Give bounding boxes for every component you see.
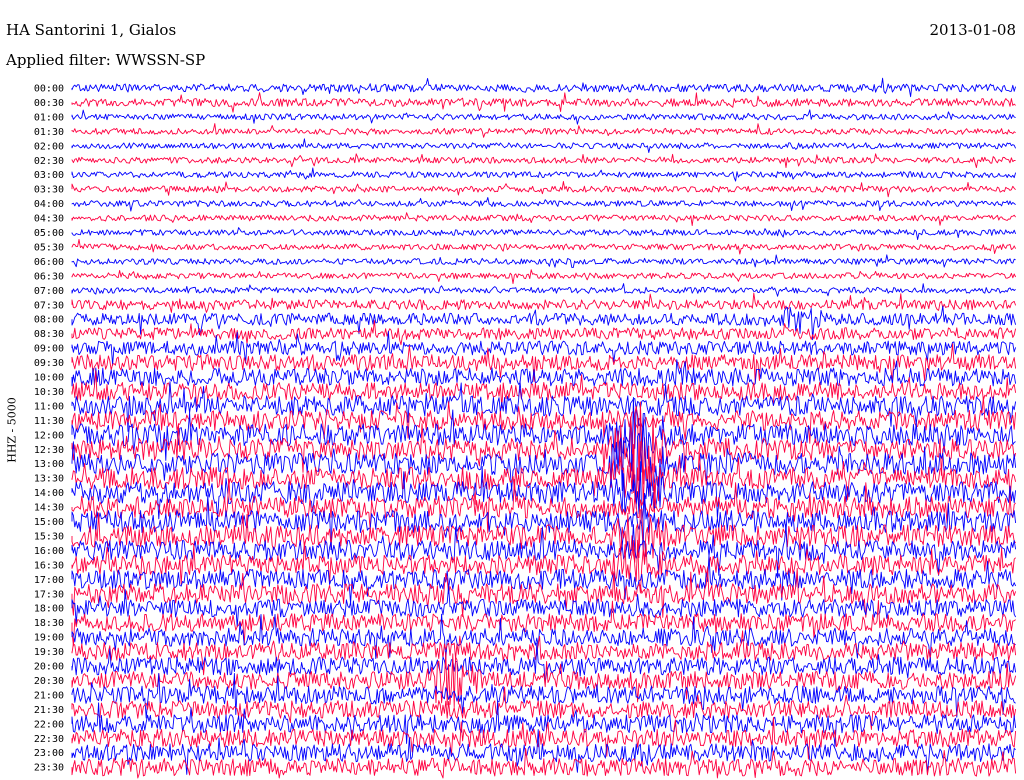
tick-label: 18:30 xyxy=(34,618,64,629)
helicorder-plot: 00:00 00:30 01:00 01:30 02:00 02:30 03:00 03:30… xyxy=(34,77,1017,779)
tick-label: 09:00 xyxy=(34,344,64,355)
tick-label: 09:30 xyxy=(34,358,64,369)
tick-label: 23:00 xyxy=(34,748,64,759)
tick-label: 02:00 xyxy=(34,141,64,152)
tick-label: 12:30 xyxy=(34,445,64,456)
trace-line xyxy=(71,227,1017,240)
trace-line xyxy=(71,123,1016,138)
tick-label: 15:00 xyxy=(34,517,64,528)
tick-label: 01:00 xyxy=(34,112,64,123)
tick-label: 16:00 xyxy=(34,546,64,557)
tick-label: 14:00 xyxy=(34,488,64,499)
trace-line xyxy=(71,524,1017,577)
tick-label: 19:00 xyxy=(34,633,64,644)
trace-line xyxy=(71,180,1016,198)
trace-line xyxy=(71,600,1016,647)
trace-line xyxy=(71,292,1017,313)
tick-label: 08:30 xyxy=(34,329,64,340)
tick-label: 03:00 xyxy=(34,170,64,181)
tick-label: 01:30 xyxy=(34,127,64,138)
tick-label: 14:30 xyxy=(34,503,64,514)
tick-label: 02:30 xyxy=(34,156,64,167)
trace-line xyxy=(71,92,1016,113)
trace-line xyxy=(71,380,1017,432)
tick-label: 22:30 xyxy=(34,734,64,745)
tick-label: 23:30 xyxy=(34,763,64,774)
tick-label: 22:00 xyxy=(34,719,64,730)
trace-line xyxy=(71,197,1016,212)
tick-label: 08:00 xyxy=(34,315,64,326)
tick-label: 11:00 xyxy=(34,401,64,412)
tick-label: 04:30 xyxy=(34,214,64,225)
tick-label: 18:00 xyxy=(34,604,64,615)
tick-label: 21:30 xyxy=(34,705,64,716)
trace-line xyxy=(71,239,1017,255)
tick-label: 10:30 xyxy=(34,387,64,398)
tick-label: 17:30 xyxy=(34,589,64,600)
tick-label: 07:30 xyxy=(34,300,64,311)
tick-label: 04:00 xyxy=(34,199,64,210)
trace-line xyxy=(71,138,1017,153)
trace-line xyxy=(71,167,1017,182)
trace-line xyxy=(71,729,1016,775)
tick-label: 05:00 xyxy=(34,228,64,239)
tick-label: 19:30 xyxy=(34,647,64,658)
trace-line xyxy=(71,330,1017,366)
trace-line xyxy=(71,269,1017,285)
tick-label: 17:00 xyxy=(34,575,64,586)
tick-label: 13:00 xyxy=(34,459,64,470)
tick-label: 21:00 xyxy=(34,690,64,701)
trace-line xyxy=(71,109,1016,125)
tick-label: 00:00 xyxy=(34,84,64,95)
trace-line xyxy=(71,77,1017,98)
trace-line xyxy=(71,254,1016,269)
trace-line xyxy=(71,153,1016,169)
tick-label: 10:00 xyxy=(34,373,64,384)
trace-line xyxy=(71,212,1016,227)
tick-label: 03:30 xyxy=(34,185,64,196)
tick-label: 11:30 xyxy=(34,416,64,427)
trace-line xyxy=(71,283,1016,297)
tick-label: 07:00 xyxy=(34,286,64,297)
tick-label: 13:30 xyxy=(34,474,64,485)
tick-label: 00:30 xyxy=(34,98,64,109)
tick-label: 20:30 xyxy=(34,676,64,687)
tick-label: 20:00 xyxy=(34,662,64,673)
tick-label: 15:30 xyxy=(34,531,64,542)
tick-label: 12:00 xyxy=(34,430,64,441)
tick-label: 05:30 xyxy=(34,242,64,253)
tick-label: 06:00 xyxy=(34,257,64,268)
tick-label: 16:30 xyxy=(34,560,64,571)
tick-label: 06:30 xyxy=(34,271,64,282)
